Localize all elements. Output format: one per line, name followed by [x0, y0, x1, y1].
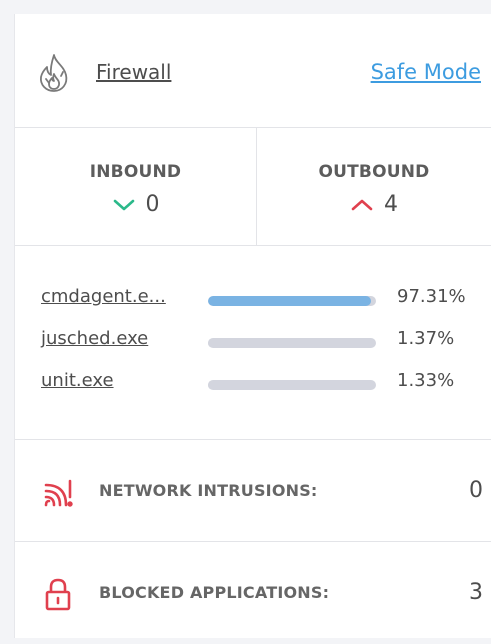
network-intrusions-count: 0 — [469, 478, 483, 503]
outbound-column: OUTBOUND 4 — [257, 128, 491, 245]
chevron-up-icon — [351, 199, 373, 210]
usage-bar-fill — [208, 338, 211, 348]
usage-bar-fill — [208, 380, 211, 390]
lock-icon — [45, 578, 71, 611]
usage-bar — [208, 296, 376, 306]
chevron-down-icon — [113, 199, 134, 210]
app-name-link[interactable]: unit.exe — [41, 370, 114, 391]
outbound-count: 4 — [384, 192, 398, 217]
outbound-label: OUTBOUND — [318, 162, 430, 182]
safe-mode-link[interactable]: Safe Mode — [371, 60, 481, 84]
app-row: unit.exe 1.33% — [15, 370, 491, 396]
inbound-value-row: 0 — [15, 192, 256, 217]
app-row: cmdagent.e... 97.31% — [15, 286, 491, 312]
usage-percent: 97.31% — [397, 286, 466, 307]
app-row: jusched.exe 1.37% — [15, 328, 491, 354]
traffic-summary: INBOUND 0 OUTBOUND 4 — [15, 128, 491, 246]
outbound-value-row: 4 — [257, 192, 491, 217]
firewall-link[interactable]: Firewall — [96, 60, 171, 84]
blocked-applications-row[interactable]: BLOCKED APPLICATIONS: 3 — [15, 542, 491, 644]
network-intrusions-row[interactable]: NETWORK INTRUSIONS: 0 — [15, 440, 491, 542]
usage-percent: 1.33% — [397, 370, 455, 391]
flame-icon — [40, 54, 68, 92]
usage-bar-fill — [208, 296, 372, 306]
app-name-link[interactable]: cmdagent.e... — [41, 286, 166, 307]
usage-bar — [208, 380, 376, 390]
inbound-count: 0 — [145, 192, 160, 217]
blocked-applications-label: BLOCKED APPLICATIONS: — [99, 583, 330, 602]
network-intrusions-label: NETWORK INTRUSIONS: — [99, 481, 318, 500]
blocked-applications-count: 3 — [469, 580, 483, 605]
signal-alert-icon — [44, 479, 73, 507]
usage-bar — [208, 338, 376, 348]
app-name-link[interactable]: jusched.exe — [41, 328, 148, 349]
firewall-panel: Firewall Safe Mode INBOUND 0 OUTBOUND 4 — [14, 14, 491, 638]
inbound-column: INBOUND 0 — [15, 128, 257, 245]
app-usage-list: cmdagent.e... 97.31% jusched.exe 1.37% u… — [15, 246, 491, 440]
inbound-label: INBOUND — [89, 162, 182, 182]
usage-percent: 1.37% — [397, 328, 455, 349]
firewall-header: Firewall Safe Mode — [15, 14, 491, 128]
